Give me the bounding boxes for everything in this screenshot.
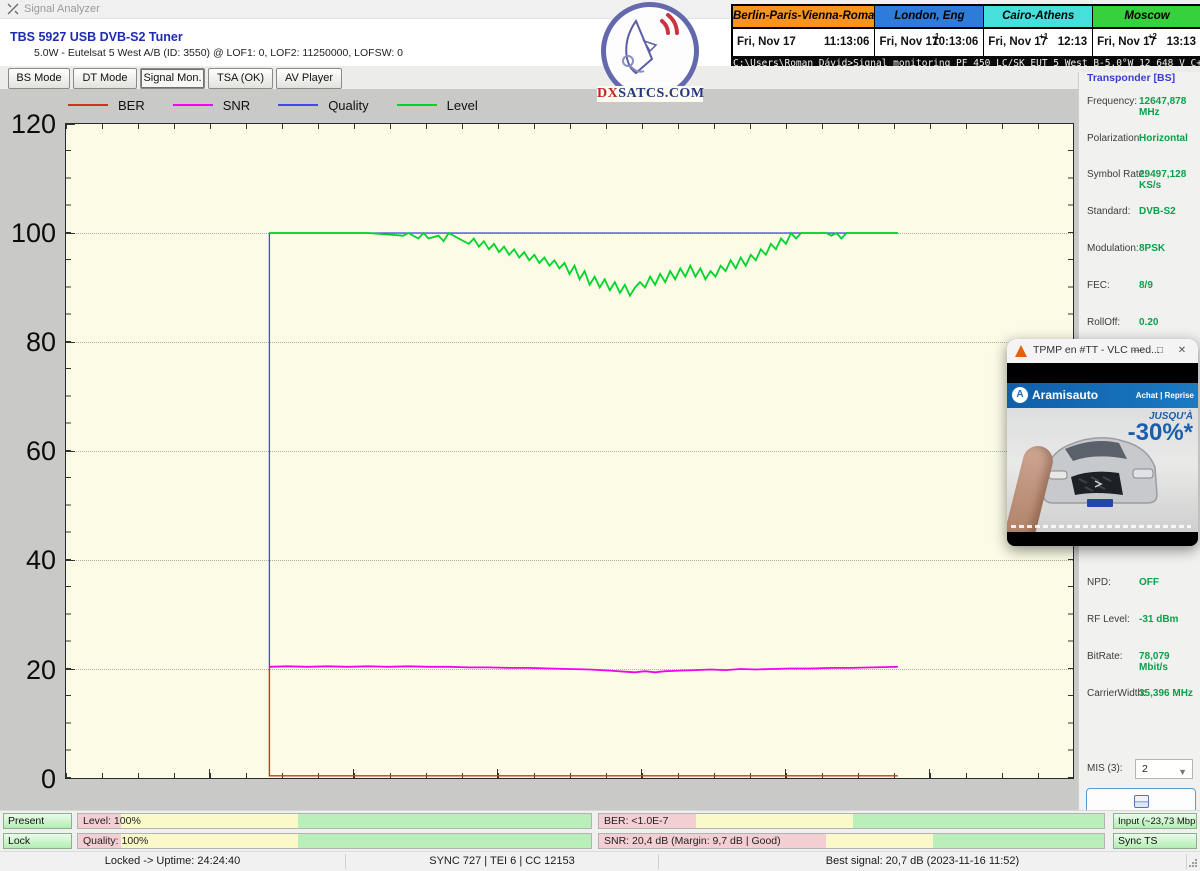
statusbar-best-signal: Best signal: 20,7 dB (2023-11-16 11:52) [659,855,1186,867]
row-npd: NPD:OFF [1079,577,1200,591]
clock-city-label: Cairo-Athens [984,6,1092,29]
sync-ts-indicator: Sync TS [1113,833,1197,849]
minimize-button[interactable]: — [1130,343,1146,359]
clock-time: 10:13:06 [932,36,978,48]
logo-text: DXSATCS.COM [597,86,703,102]
ber-bar-label: BER: <1.0E-7 [604,815,669,827]
resize-grip[interactable] [1188,858,1198,868]
input-indicator: Input (~23,73 Mbps) [1113,813,1197,829]
y-tick-20: 20 [0,655,56,686]
signal-analyzer-app-icon [6,2,20,16]
clock-utc-offset: +1 [1039,32,1048,41]
advert-header-bar: A Aramisauto Achat | Reprise [1007,383,1198,408]
lock-indicator: Lock [3,833,72,849]
vlc-titlebar[interactable]: TPMP en #TT - VLC med... — □ ✕ [1007,339,1198,363]
plot-area [65,123,1074,779]
row-frequency: Frequency:12647,878 MHz [1079,96,1200,110]
clock-london: London, Eng Fri, Nov 17-110:13:06 [875,6,984,57]
snr-bar: SNR: 20,4 dB (Margin: 9,7 dB | Good) [598,833,1105,849]
present-indicator: Present [3,813,72,829]
tab-dt-mode[interactable]: DT Mode [73,68,137,89]
row-carrier-width: CarrierWidth:35,396 MHz [1079,688,1200,702]
clock-city-label: Moscow [1093,6,1200,29]
world-clocks: Berlin-Paris-Vienna-Roma Fri, Nov 17 11:1… [731,4,1200,59]
snr-line-swatch [173,104,213,106]
chevron-down-icon: ▼ [1178,763,1187,781]
advert-brand: Aramisauto [1032,388,1098,402]
clock-time: 13:13 [1167,36,1196,48]
snr-bar-label: SNR: 20,4 dB (Margin: 9,7 dB | Good) [604,835,781,847]
tab-av-player[interactable]: AV Player [276,68,342,89]
legend-item-quality: Quality [278,98,368,113]
clock-cairo: Cairo-Athens Fri, Nov 17+112:13 [984,6,1093,57]
y-tick-0: 0 [0,764,56,795]
mis-select[interactable]: 2▼ [1135,759,1193,779]
dxsatcs-logo: DXSATCS.COM [597,2,703,106]
transponder-panel-title: Transponder [BS] [1087,72,1200,86]
clock-time: 12:13 [1058,36,1087,48]
vlc-video-area[interactable]: A Aramisauto Achat | Reprise JUSQU'À -30… [1007,363,1198,546]
tab-signal-mon[interactable]: Signal Mon. [140,68,205,89]
legend-item-ber: BER [68,98,145,113]
quality-bar-label: Quality: 100% [83,835,148,847]
tuner-title: TBS 5927 USB DVB-S2 Tuner [10,30,183,44]
advert-legal-line [1011,525,1191,528]
row-bitrate: BitRate:78,079 Mbit/s [1079,651,1200,665]
row-polarization: Polarization:Horizontal [1079,133,1200,147]
row-mis: MIS (3): 2▼ [1079,759,1200,781]
y-tick-40: 40 [0,545,56,576]
tuner-subtitle: 5.0W - Eutelsat 5 West A/B (ID: 3550) @ … [34,47,403,59]
legend-item-level: Level [397,98,478,113]
row-rf-level: RF Level:-31 dBm [1079,614,1200,628]
maximize-button[interactable]: □ [1152,343,1168,359]
aramisauto-logo-icon: A [1012,387,1028,403]
vlc-cone-icon [1015,345,1027,357]
y-tick-80: 80 [0,327,56,358]
clock-berlin: Berlin-Paris-Vienna-Roma Fri, Nov 17 11:1… [733,6,875,57]
level-bar-label: Level: 100% [83,815,141,827]
statusbar-sync: SYNC 727 | TEI 6 | CC 12153 [346,855,658,867]
vlc-window: TPMP en #TT - VLC med... — □ ✕ A Aramisa… [1007,339,1198,546]
satellite-dish-icon [606,7,684,85]
device-icon [1134,795,1149,808]
advert-links: Achat | Reprise [1136,391,1194,400]
clock-city-label: Berlin-Paris-Vienna-Roma [733,6,874,29]
ber-bar: BER: <1.0E-7 [598,813,1105,829]
tab-bs-mode[interactable]: BS Mode [8,68,70,89]
level-line-swatch [397,104,437,106]
clock-moscow: Moscow Fri, Nov 17+213:13 [1093,6,1200,57]
clock-date: Fri, Nov 17 [879,36,938,48]
clock-utc-offset: +2 [1148,32,1157,41]
ber-line-swatch [68,104,108,106]
row-fec: FEC:8/9 [1079,280,1200,294]
signal-traces [66,124,1073,778]
signal-status-rows: Present Level: 100% BER: <1.0E-7 Input (… [0,810,1200,852]
statusbar-divider [1186,854,1187,869]
row-symbol-rate: Symbol Rate:29497,128 KS/s [1079,169,1200,183]
chart-legend: BER SNR Quality Level [68,95,478,115]
quality-bar: Quality: 100% [77,833,592,849]
promo-text: JUSQU'À -30%* [1128,411,1193,444]
statusbar: Locked -> Uptime: 24:24:40 SYNC 727 | TE… [0,851,1200,871]
car-advert-frame: A Aramisauto Achat | Reprise JUSQU'À -30… [1007,383,1198,532]
y-tick-60: 60 [0,436,56,467]
y-tick-100: 100 [0,218,56,249]
statusbar-locked: Locked -> Uptime: 24:24:40 [0,855,345,867]
window-title: Signal Analyzer [24,3,100,15]
close-button[interactable]: ✕ [1174,343,1190,359]
clock-city-label: London, Eng [875,6,983,29]
y-tick-120: 120 [0,109,56,140]
clock-date: Fri, Nov 17 [737,36,796,48]
level-bar: Level: 100% [77,813,592,829]
tab-tsa[interactable]: TSA (OK) [208,68,273,89]
row-rolloff: RollOff:0.20 [1079,317,1200,331]
signal-monitor-chart: BER SNR Quality Level 120 100 80 60 40 2… [0,89,1078,810]
quality-line-swatch [278,104,318,106]
row-standard: Standard:DVB-S2 [1079,206,1200,220]
legend-item-snr: SNR [173,98,250,113]
row-modulation: Modulation:8PSK [1079,243,1200,257]
clock-time: 11:13:06 [824,36,869,48]
